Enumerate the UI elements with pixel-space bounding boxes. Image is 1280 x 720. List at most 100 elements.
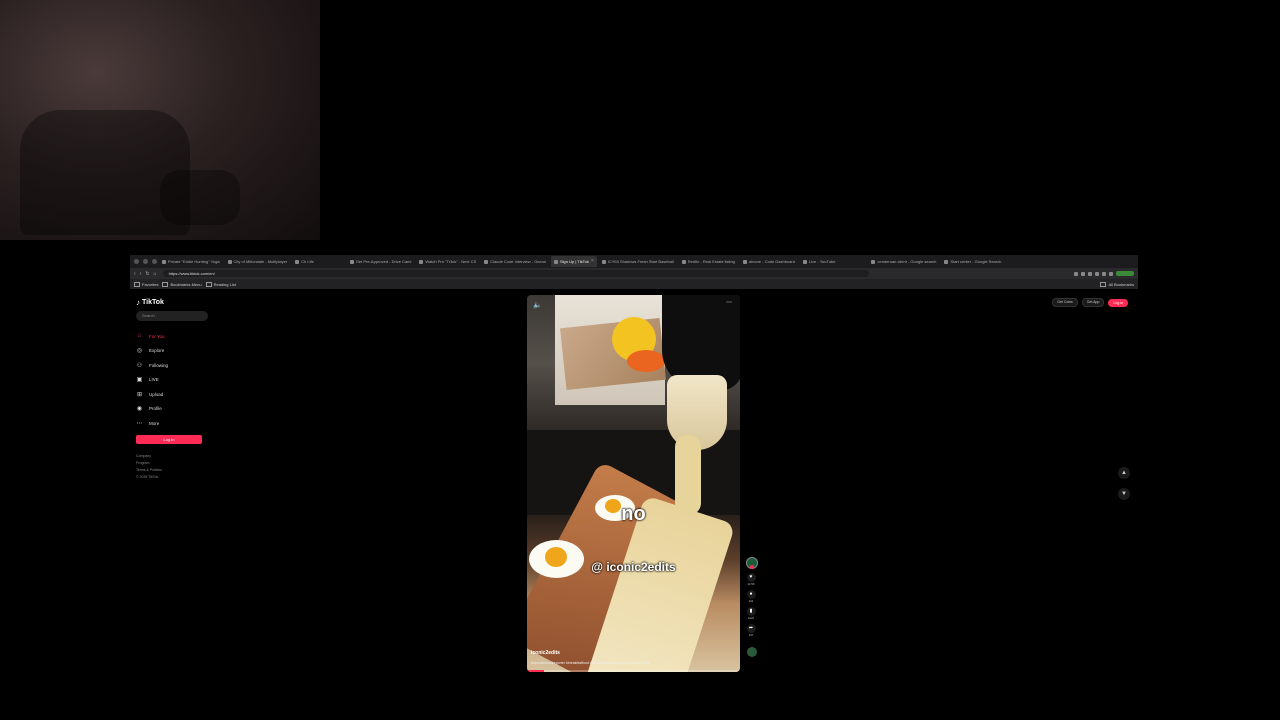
footer-link[interactable]: Terms & Policies: [136, 467, 206, 474]
sidebar-item-profile[interactable]: ◉ Profile: [136, 402, 206, 417]
sidebar-nav: ⌂ For You ◎ Explore ⚇ Following ▣ LIVE ⊞ Uplo…: [136, 329, 206, 431]
extension-icon[interactable]: [1081, 271, 1085, 276]
folder-icon: [205, 281, 212, 287]
folder-icon: [134, 281, 140, 287]
extension-icon[interactable]: [1074, 271, 1078, 276]
all-bookmarks[interactable]: All Bookmarks: [1100, 281, 1134, 287]
more-icon: ⋯: [136, 420, 143, 427]
sidebar-item-explore[interactable]: ◎ Explore: [136, 344, 206, 359]
footer-link[interactable]: Program: [136, 460, 206, 467]
search-input[interactable]: Search: [136, 311, 208, 321]
video-action-bar: ♥ 12.5K ● 104 ▮ 2122 ➦ 197: [746, 557, 758, 657]
browser-tab-active[interactable]: Sign Up | TikTok ×: [550, 256, 597, 267]
get-app-button[interactable]: Get App: [1081, 298, 1105, 307]
bookmark-item[interactable]: Reading List: [205, 281, 236, 287]
save-count: 2122: [747, 616, 755, 620]
extension-icon[interactable]: [1102, 271, 1106, 276]
tab-favicon-icon: [601, 259, 606, 264]
save-action[interactable]: ▮ 2122: [746, 607, 756, 620]
window-control[interactable]: [134, 259, 139, 264]
tab-favicon-icon: [944, 259, 949, 264]
previous-video-chevron-up-icon[interactable]: ▲: [1118, 467, 1130, 479]
following-icon: ⚇: [136, 362, 143, 369]
footer-copyright: © 2025 TikTok: [136, 474, 159, 479]
tab-bar: Private "Eddie Hunting" Yoga City of Mil…: [130, 255, 1138, 268]
tiktok-note-icon: ♪: [136, 297, 140, 307]
comment-action[interactable]: ● 104: [746, 590, 756, 603]
browser-tab[interactable]: ICYMI Shadows Fresh Start Baseball: [599, 256, 677, 267]
url-bar: ‹ › ↻ ⌂ https://www.tiktok.com/en/: [130, 268, 1138, 279]
sidebar-item-following[interactable]: ⚇ Following: [136, 358, 206, 373]
comment-icon[interactable]: ●: [746, 590, 756, 599]
folder-icon: [1100, 281, 1107, 287]
follow-plus-icon[interactable]: [750, 565, 754, 569]
like-action[interactable]: ♥ 12.5K: [746, 573, 756, 586]
sidebar-item-upload[interactable]: ⊞ Upload: [136, 387, 206, 402]
creator-avatar[interactable]: [746, 557, 758, 569]
browser-tab[interactable]: cenderoan client - Google search: [868, 256, 939, 267]
header-actions: Get Coins Get App Log in: [1052, 298, 1128, 307]
extension-icon[interactable]: [1088, 271, 1092, 276]
video-username[interactable]: iconic2edits: [531, 650, 560, 656]
browser-tab[interactable]: Live - YouTube: [800, 256, 839, 267]
bookmark-item[interactable]: Bookmarks Menu: [162, 281, 202, 287]
browser-tab[interactable]: Watch Pro "Tr3ck" - Next CS: [416, 256, 479, 267]
browser-tab[interactable]: Ch Life: [292, 256, 317, 267]
share-count: 197: [748, 633, 754, 637]
music-disc-icon[interactable]: [747, 647, 757, 657]
tab-favicon-icon: [742, 259, 747, 264]
webcam-chair-shape: [160, 170, 240, 225]
footer-link[interactable]: Company: [136, 453, 206, 460]
folder-icon: [162, 281, 169, 287]
extension-icon[interactable]: [1095, 271, 1099, 276]
volume-icon[interactable]: 🔈: [533, 301, 542, 309]
sidebar-item-for-you[interactable]: ⌂ For You: [136, 329, 206, 344]
video-progress-bar[interactable]: [527, 670, 740, 672]
browser-tab[interactable]: Private "Eddie Hunting" Yoga: [159, 256, 223, 267]
forward-icon[interactable]: ›: [140, 271, 142, 277]
tiktok-sidebar: ♪ TikTok Search ⌂ For You ◎ Explore ⚇ Follow…: [136, 297, 208, 481]
tab-favicon-icon: [349, 259, 354, 264]
get-coins-button[interactable]: Get Coins: [1052, 298, 1078, 307]
video-progress-fill: [527, 670, 545, 672]
webcam-overlay: [0, 0, 320, 240]
window-control[interactable]: [152, 259, 157, 264]
sidebar-item-live[interactable]: ▣ LIVE: [136, 373, 206, 388]
window-control[interactable]: [143, 259, 148, 264]
home-icon[interactable]: ⌂: [154, 271, 157, 277]
browser-tab[interactable]: Start center - Google Search: [941, 256, 1004, 267]
live-icon: ▣: [136, 377, 143, 384]
heart-icon[interactable]: ♥: [746, 573, 756, 582]
browser-window: Private "Eddie Hunting" Yoga City of Mil…: [130, 255, 1138, 672]
tab-favicon-icon: [871, 259, 876, 264]
video-player[interactable]: 🔈 ⋯ no @ iconic2edits iconic2edits #apoc…: [527, 295, 740, 672]
browser-tab[interactable]: Redfin - Real Estate listing: [679, 256, 738, 267]
video-frame-shape: [627, 350, 665, 372]
compass-icon: ◎: [136, 348, 143, 355]
back-icon[interactable]: ‹: [134, 271, 136, 277]
share-action[interactable]: ➦ 197: [746, 624, 756, 637]
bookmark-icon[interactable]: ▮: [746, 607, 756, 616]
bookmark-item[interactable]: Favorites: [134, 281, 158, 287]
next-video-chevron-down-icon[interactable]: ▼: [1118, 488, 1130, 500]
sidebar-item-more[interactable]: ⋯ More: [136, 416, 206, 431]
extension-icon[interactable]: [1109, 271, 1113, 276]
browser-tab[interactable]: Get Pre-Approved - Drive Cami: [347, 256, 415, 267]
login-button[interactable]: Log in: [136, 434, 202, 444]
extension-icons: [1074, 271, 1134, 276]
browser-tab[interactable]: aircore - Code Dashboard: [740, 256, 798, 267]
header-login-button[interactable]: Log in: [1108, 298, 1128, 307]
video-description: #apocalicfoodreporter #breakfastfood #bi…: [531, 661, 650, 665]
tiktok-logo[interactable]: ♪ TikTok: [136, 297, 206, 307]
tab-favicon-icon: [681, 259, 686, 264]
address-field[interactable]: https://www.tiktok.com/en/: [162, 270, 869, 277]
close-tab-icon[interactable]: ×: [591, 256, 594, 267]
tab-favicon-icon: [484, 259, 489, 264]
browser-tab[interactable]: City of Miltondale - Multiplayer: [225, 256, 291, 267]
share-icon[interactable]: ➦: [746, 624, 756, 633]
more-options-icon[interactable]: ⋯: [726, 299, 732, 306]
browser-tab[interactable]: Claude Code Interview - Ocean: [481, 256, 549, 267]
tab-favicon-icon: [802, 259, 807, 264]
update-pill[interactable]: [1116, 271, 1134, 276]
reload-icon[interactable]: ↻: [145, 271, 149, 277]
